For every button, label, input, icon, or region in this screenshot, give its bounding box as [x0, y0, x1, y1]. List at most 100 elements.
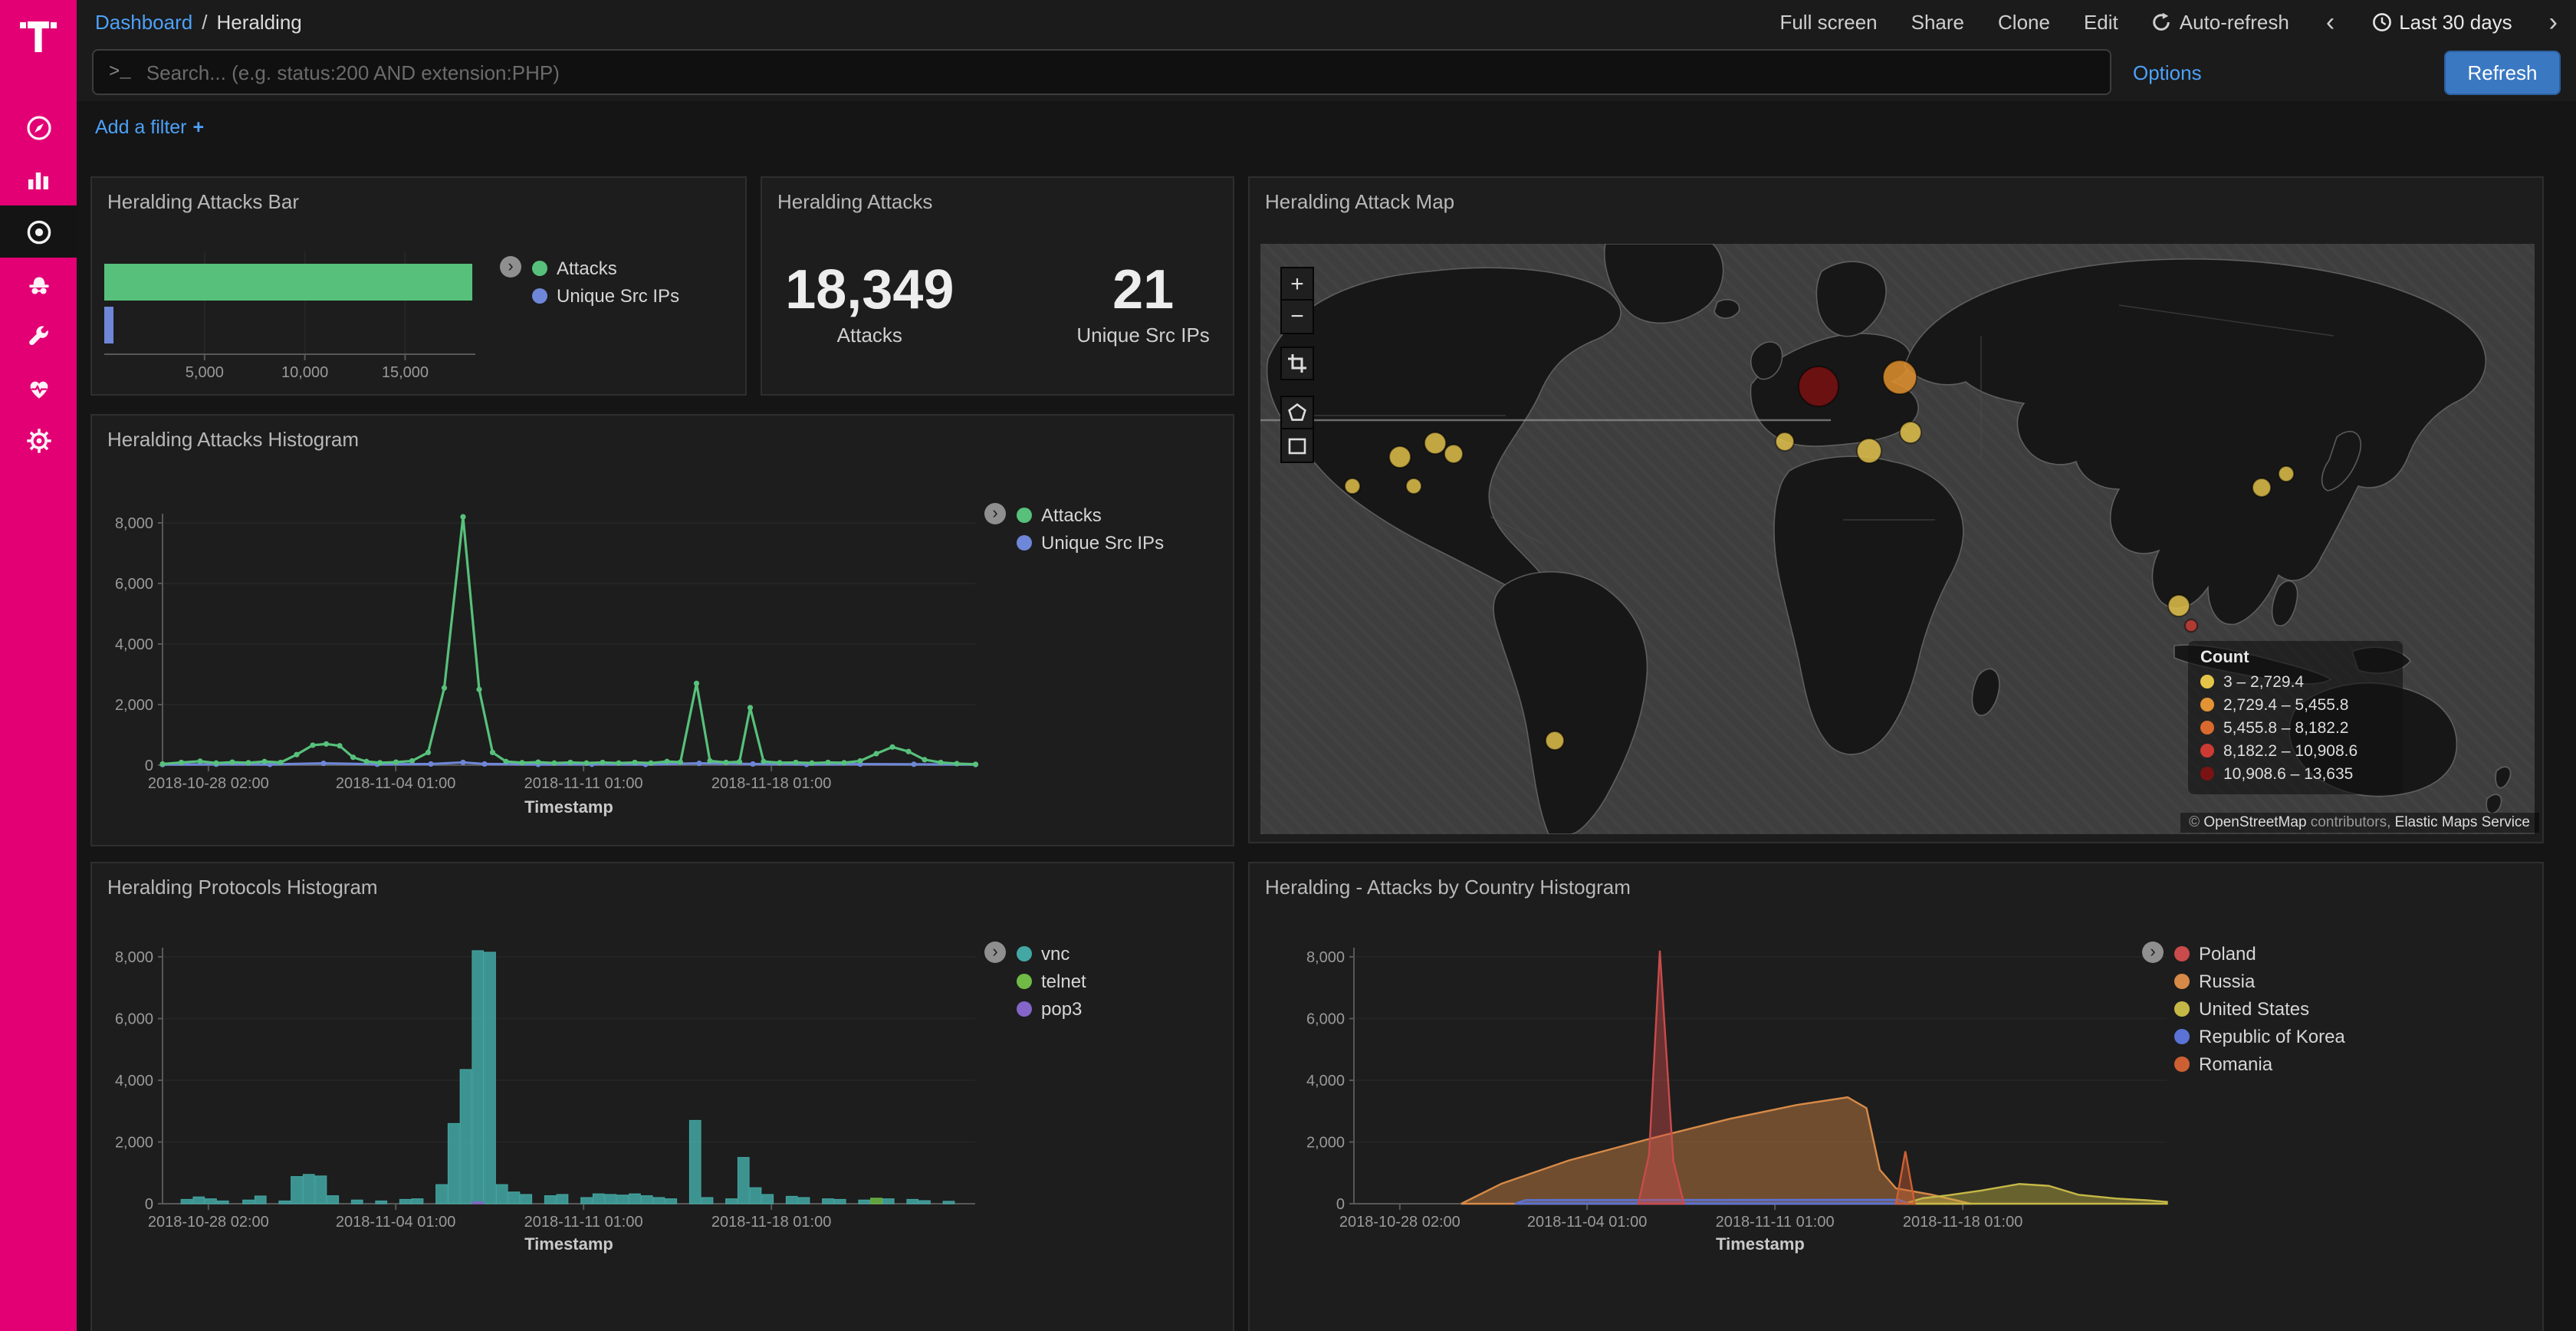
legend-item-vnc[interactable]: vnc [1017, 940, 1086, 968]
panel-heralding-protocols-histogram: Heralding Protocols Histogram 02,0004,00… [90, 862, 1234, 1331]
crop-icon [1288, 354, 1306, 373]
auto-refresh-button[interactable]: Auto-refresh [2152, 10, 2289, 33]
metric-group: 18,349 Attacks 21 Unique Src IPs [762, 259, 1233, 346]
map-legend-item: 2,729.4 – 5,455.8 [2200, 693, 2390, 716]
legend-toggle-icon[interactable]: › [2142, 942, 2164, 963]
svg-text:4,000: 4,000 [115, 636, 153, 653]
kibana-dashboard-app: Dashboard / Heralding Full screen Share … [0, 0, 2576, 1331]
refresh-button[interactable]: Refresh [2444, 50, 2561, 94]
bar-chart-icon [26, 167, 51, 192]
telekom-logo[interactable] [0, 12, 77, 58]
protocols-legend: › vnc telnet pop3 [984, 940, 1086, 1023]
clone-button[interactable]: Clone [1998, 10, 2050, 33]
openstreetmap-link[interactable]: OpenStreetMap [2203, 814, 2306, 831]
panel-heralding-attacks-histogram: Heralding Attacks Histogram 02,0004,0006… [90, 414, 1234, 846]
search-input[interactable] [143, 59, 2110, 85]
main-area: Dashboard / Heralding Full screen Share … [77, 0, 2576, 1331]
legend-dot [1017, 974, 1032, 989]
legend-toggle-icon[interactable]: › [500, 256, 521, 278]
legend-item-united-states[interactable]: United States [2174, 995, 2345, 1023]
panel-title[interactable]: Heralding Attacks [762, 178, 1233, 213]
breadcrumb-current: Heralding [216, 10, 301, 33]
legend-item-telnet[interactable]: telnet [1017, 968, 1086, 995]
panel-heralding-attack-map: Heralding Attack Map [1248, 176, 2544, 843]
svg-text:2,000: 2,000 [115, 1135, 153, 1152]
legend-item-unique-src-ips[interactable]: Unique Src IPs [532, 282, 679, 310]
attacks-line-chart[interactable]: 02,0004,0006,0008,0002018-10-28 02:00201… [92, 416, 1234, 846]
add-filter-link[interactable]: Add a filter+ [95, 117, 204, 138]
legend-item-attacks[interactable]: Attacks [1017, 501, 1164, 529]
search-box[interactable]: >_ [92, 49, 2111, 95]
legend-dot [532, 288, 547, 304]
target-icon [25, 219, 51, 245]
map-draw-controls [1280, 396, 1314, 463]
sidebar-item-overview[interactable] [0, 101, 77, 153]
time-range-picker[interactable]: Last 30 days [2371, 10, 2512, 33]
svg-text:2,000: 2,000 [1306, 1135, 1345, 1152]
legend-dot [2200, 698, 2214, 712]
sidebar-item-tools[interactable] [0, 310, 77, 362]
query-bar: >_ Options Refresh [77, 43, 2576, 101]
svg-text:0: 0 [145, 1196, 153, 1213]
legend-dot [1017, 946, 1032, 961]
zoom-out-button[interactable]: − [1280, 301, 1314, 334]
legend-dot [532, 261, 547, 276]
polygon-icon [1288, 403, 1306, 422]
metric-value: 18,349 [785, 259, 954, 320]
heartbeat-icon [25, 375, 51, 401]
svg-text:4,000: 4,000 [1306, 1073, 1345, 1089]
draw-polygon-button[interactable] [1280, 396, 1314, 429]
legend-item-romania[interactable]: Romania [2174, 1050, 2345, 1078]
sidebar-item-settings[interactable] [0, 414, 77, 466]
zoom-in-button[interactable]: + [1280, 267, 1314, 301]
share-button[interactable]: Share [1911, 10, 1964, 33]
legend-toggle-icon[interactable]: › [984, 503, 1006, 524]
protocols-bar-chart[interactable]: 02,0004,0006,0008,0002018-10-28 02:00201… [92, 863, 1234, 1331]
legend-dot [2200, 744, 2214, 758]
svg-text:2018-11-04 01:00: 2018-11-04 01:00 [336, 1214, 455, 1231]
country-area-chart[interactable]: 02,0004,0006,0008,0002018-10-28 02:00201… [1250, 863, 2544, 1331]
fit-bounds-button[interactable] [1280, 347, 1314, 380]
x-axis-label: Timestamp [1668, 1236, 1852, 1254]
legend-item-poland[interactable]: Poland [2174, 940, 2345, 968]
sidebar-item-visualize[interactable] [0, 153, 77, 205]
svg-text:6,000: 6,000 [115, 1011, 153, 1028]
legend-item-pop3[interactable]: pop3 [1017, 995, 1086, 1023]
sidebar-item-health[interactable] [0, 362, 77, 414]
legend-item-attacks[interactable]: Attacks [532, 255, 679, 282]
legend-toggle-icon[interactable]: › [984, 942, 1006, 963]
legend-dot [2174, 1001, 2190, 1017]
svg-text:2018-11-18 01:00: 2018-11-18 01:00 [711, 1214, 831, 1231]
elastic-maps-service-link[interactable]: Elastic Maps Service [2395, 814, 2530, 831]
legend-dot [2200, 721, 2214, 735]
svg-text:0: 0 [145, 758, 153, 774]
panel-heralding-attacks-by-country: Heralding - Attacks by Country Histogram… [1248, 862, 2544, 1331]
edit-button[interactable]: Edit [2084, 10, 2118, 33]
filter-bar: Add a filter+ [77, 101, 2576, 155]
sidebar-item-dashboards[interactable] [0, 205, 77, 258]
spy-icon [25, 271, 51, 297]
legend-dot [2174, 1057, 2190, 1072]
map-crop-control [1280, 347, 1314, 380]
sidebar-nav [0, 101, 77, 466]
map-legend-item: 3 – 2,729.4 [2200, 670, 2390, 693]
full-screen-button[interactable]: Full screen [1779, 10, 1877, 33]
gear-icon [25, 427, 51, 453]
options-link[interactable]: Options [2133, 61, 2202, 84]
panel-title[interactable]: Heralding Attack Map [1250, 178, 2542, 213]
sidebar-item-threats[interactable] [0, 258, 77, 310]
legend-item-unique-src-ips[interactable]: Unique Src IPs [1017, 529, 1164, 557]
legend-item-russia[interactable]: Russia [2174, 968, 2345, 995]
svg-text:4,000: 4,000 [115, 1073, 153, 1089]
console-prompt-icon: >_ [109, 61, 131, 83]
time-forward-chevron[interactable]: › [2546, 8, 2561, 35]
breadcrumb-separator: / [202, 10, 207, 33]
breadcrumb-dashboard-link[interactable]: Dashboard [95, 10, 192, 33]
metric-unique-src-ips: 21 Unique Src IPs [1076, 259, 1209, 346]
legend-dot [1017, 1001, 1032, 1017]
line-chart-legend: › Attacks Unique Src IPs [984, 501, 1164, 557]
legend-dot [2200, 767, 2214, 781]
draw-rectangle-button[interactable] [1280, 429, 1314, 463]
legend-item-republic-of-korea[interactable]: Republic of Korea [2174, 1023, 2345, 1050]
time-back-chevron[interactable]: ‹ [2323, 8, 2338, 35]
